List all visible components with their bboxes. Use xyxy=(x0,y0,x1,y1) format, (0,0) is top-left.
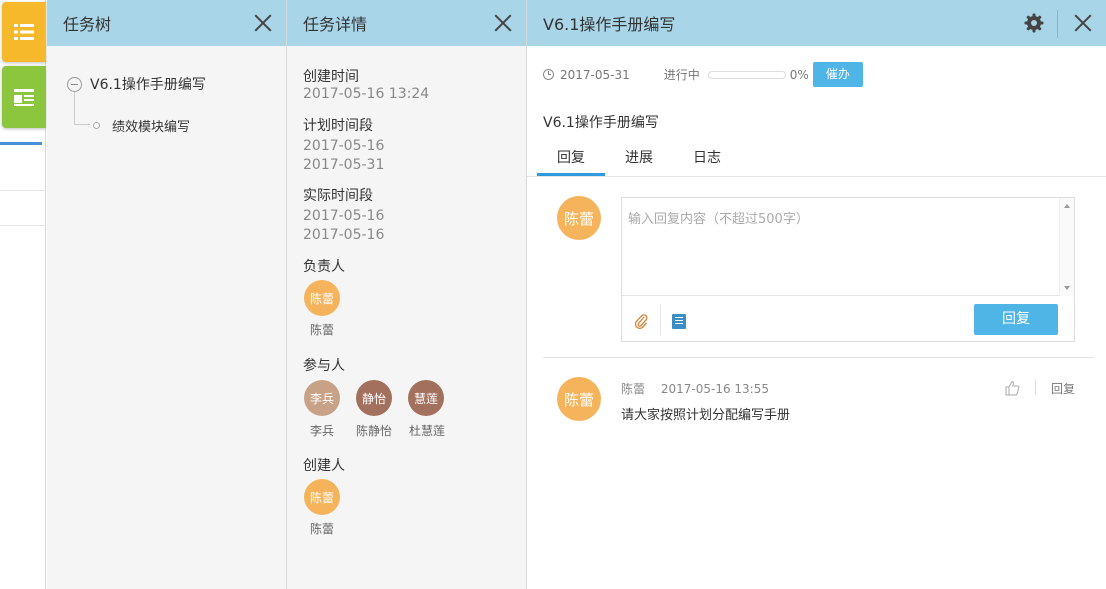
task-detail-toggle-button[interactable] xyxy=(2,66,46,128)
urge-button[interactable]: 催办 xyxy=(812,62,863,87)
comment-action-divider xyxy=(1035,380,1036,394)
leaf-dot-icon xyxy=(93,122,100,129)
creator-name: 陈蕾 xyxy=(309,522,334,536)
tree-node-label: V6.1操作手册编写 xyxy=(90,77,206,93)
tabs-divider xyxy=(527,176,1106,177)
comment-divider xyxy=(543,357,1094,358)
tree-node-child[interactable]: 绩效模块编写 xyxy=(93,116,190,135)
comment-author: 陈蕾 xyxy=(621,382,646,396)
panel-header: 任务详情 xyxy=(287,0,526,46)
toolbar-divider xyxy=(660,304,661,336)
task-name: V6.1操作手册编写 xyxy=(543,115,659,131)
header-divider xyxy=(1057,10,1058,38)
task-detail-panel: 任务详情 创建时间 2017-05-16 13:24 计划时间段 2017-05… xyxy=(287,0,527,589)
comment-time: 2017-05-16 13:55 xyxy=(660,382,769,396)
panel-title: 任务树 xyxy=(63,15,112,34)
panel-header: V6.1操作手册编写 xyxy=(527,0,1106,46)
scrollbar[interactable] xyxy=(1059,198,1074,296)
comment-meta: 陈蕾 2017-05-16 13:55 xyxy=(621,380,769,397)
progress-text: 0% xyxy=(789,67,809,82)
collapse-icon[interactable] xyxy=(67,76,82,92)
owner-label: 负责人 xyxy=(303,259,345,275)
plan-start-value: 2017-05-16 xyxy=(303,138,385,154)
strip-active-line xyxy=(0,142,42,145)
comment-reply-link[interactable]: 回复 xyxy=(1051,380,1075,397)
creator-label: 创建人 xyxy=(303,458,345,474)
avatar: 陈蕾 xyxy=(557,377,601,421)
task-main-panel: V6.1操作手册编写 2017-05-31 进行中 0% 催办 V6.1操作手册… xyxy=(527,0,1106,589)
panel-title: V6.1操作手册编写 xyxy=(543,15,676,34)
app-root: 任务树 V6.1操作手册编写 绩效模块编写 任务详情 创建时间 2017-05-… xyxy=(0,0,1106,589)
strip-divider xyxy=(0,225,46,226)
close-icon[interactable] xyxy=(494,14,512,32)
avatar[interactable]: 慧莲 xyxy=(408,380,444,416)
owner-name: 陈蕾 xyxy=(309,323,334,337)
task-meta-row: 2017-05-31 进行中 0% 催办 xyxy=(543,62,863,87)
actual-end-value: 2017-05-16 xyxy=(303,227,385,243)
created-time-label: 创建时间 xyxy=(303,69,359,85)
participant-name: 陈静怡 xyxy=(355,424,392,438)
tab-progress[interactable]: 进展 xyxy=(605,146,673,176)
avatar[interactable]: 陈蕾 xyxy=(304,479,340,515)
close-icon[interactable] xyxy=(1074,14,1092,32)
scroll-up-icon[interactable] xyxy=(1064,204,1070,208)
detail-icon xyxy=(14,89,34,106)
panel-title: 任务详情 xyxy=(303,15,368,34)
reply-submit-button[interactable]: 回复 xyxy=(974,304,1058,335)
comment-text: 请大家按照计划分配编写手册 xyxy=(621,408,791,423)
tree-connector xyxy=(74,92,90,125)
clock-icon xyxy=(543,69,554,80)
status-text: 进行中 xyxy=(663,68,700,82)
created-time-value: 2017-05-16 13:24 xyxy=(303,86,430,102)
reply-box: 回复 xyxy=(621,197,1075,342)
task-tree-toggle-button[interactable] xyxy=(2,2,46,62)
thumbs-up-icon[interactable] xyxy=(1004,380,1020,396)
tab-bar: 回复 进展 日志 xyxy=(537,146,741,176)
tab-reply[interactable]: 回复 xyxy=(537,146,605,176)
document-icon[interactable] xyxy=(672,314,686,329)
actual-period-label: 实际时间段 xyxy=(303,188,373,204)
due-date: 2017-05-31 xyxy=(560,67,630,82)
reply-input[interactable] xyxy=(622,198,1060,296)
participants-label: 参与人 xyxy=(303,358,345,374)
task-tree-panel: 任务树 V6.1操作手册编写 绩效模块编写 xyxy=(47,0,287,589)
tab-log[interactable]: 日志 xyxy=(673,146,741,176)
list-icon xyxy=(14,24,34,40)
attachment-icon[interactable] xyxy=(634,313,648,329)
panel-header: 任务树 xyxy=(47,0,286,46)
tree-node-root[interactable]: V6.1操作手册编写 xyxy=(67,74,206,94)
avatar: 陈蕾 xyxy=(557,196,601,240)
avatar[interactable]: 静怡 xyxy=(356,380,392,416)
avatar[interactable]: 李兵 xyxy=(304,380,340,416)
scroll-down-icon[interactable] xyxy=(1064,286,1070,290)
plan-end-value: 2017-05-31 xyxy=(303,157,385,173)
tree-node-label: 绩效模块编写 xyxy=(112,120,191,135)
progress-bar xyxy=(707,70,786,79)
participant-name: 杜慧莲 xyxy=(408,424,445,438)
close-icon[interactable] xyxy=(254,14,272,32)
actual-start-value: 2017-05-16 xyxy=(303,208,385,224)
strip-divider xyxy=(0,190,46,191)
participant-name: 李兵 xyxy=(309,424,334,438)
plan-period-label: 计划时间段 xyxy=(303,118,373,134)
gear-icon[interactable] xyxy=(1024,13,1044,33)
avatar[interactable]: 陈蕾 xyxy=(304,280,340,316)
